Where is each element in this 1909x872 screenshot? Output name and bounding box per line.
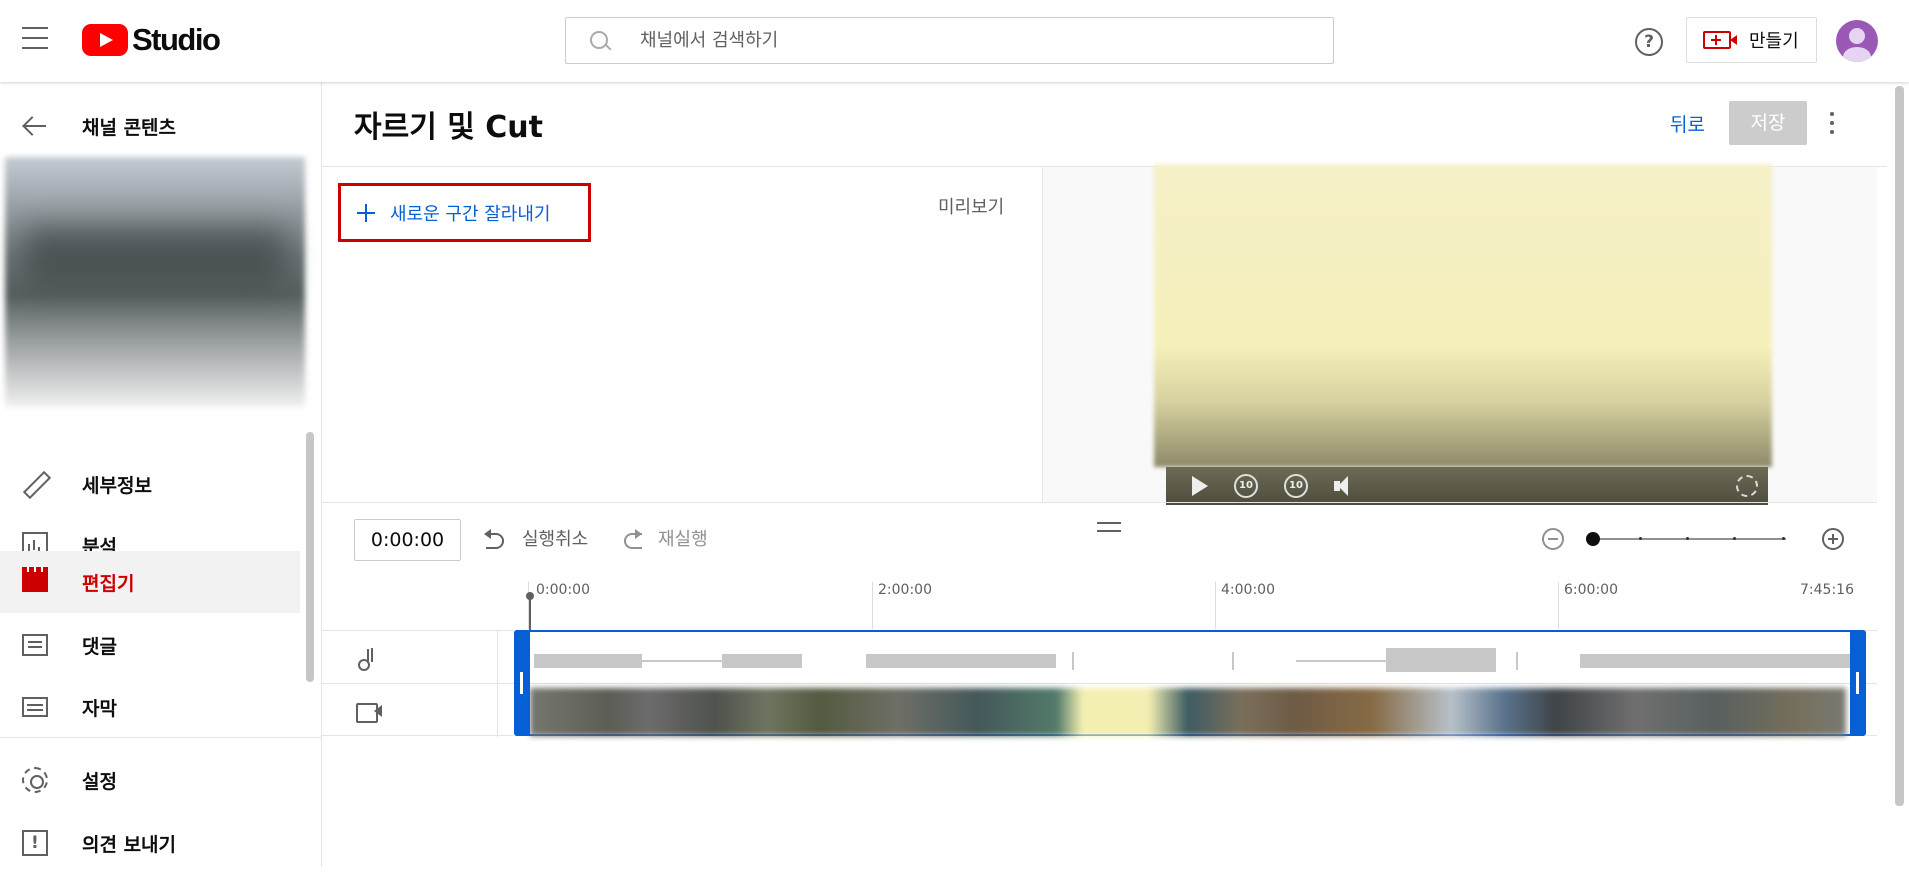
timeline-selection[interactable] xyxy=(514,630,1866,736)
trim-handle-right[interactable] xyxy=(1850,630,1866,736)
redo-icon xyxy=(620,529,642,549)
sidebar-item-details[interactable]: 세부정보 xyxy=(0,455,300,513)
undo-button[interactable]: 실행취소 xyxy=(484,525,588,551)
trim-handle-left[interactable] xyxy=(514,630,530,736)
ruler-label: 6:00:00 xyxy=(1564,582,1618,598)
zoom-in-icon[interactable] xyxy=(1822,528,1844,550)
ruler-tick xyxy=(872,582,873,629)
undo-icon xyxy=(484,529,506,549)
editor-main: 자르기 및 Cut 뒤로 저장 새로운 구간 잘라내기 미리보기 10 10 0… xyxy=(322,82,1887,867)
sidebar-item-label: 설정 xyxy=(82,770,117,793)
back-arrow-icon xyxy=(22,116,48,136)
plus-icon xyxy=(357,203,375,222)
audio-waveform xyxy=(1232,652,1234,670)
zoom-out-icon[interactable] xyxy=(1542,528,1564,550)
timeline-divider xyxy=(322,502,1877,503)
save-button[interactable]: 저장 xyxy=(1729,101,1807,145)
page-title: 자르기 및 Cut xyxy=(354,110,544,145)
timecode-field[interactable]: 0:00:00 xyxy=(354,519,461,561)
play-icon[interactable] xyxy=(1192,476,1208,496)
audio-waveform xyxy=(866,654,1056,668)
youtube-studio-logo[interactable]: Studio xyxy=(82,22,221,58)
video-preview[interactable] xyxy=(1154,164,1772,467)
editor-icon xyxy=(22,567,48,592)
undo-label: 실행취소 xyxy=(522,529,589,550)
sidebar-item-editor[interactable]: 편집기 xyxy=(0,551,300,613)
volume-icon[interactable] xyxy=(1334,476,1358,496)
pencil-icon xyxy=(22,471,48,497)
sidebar-item-comments[interactable]: 댓글 xyxy=(0,616,300,674)
zoom-slider[interactable] xyxy=(1592,537,1786,540)
account-avatar[interactable] xyxy=(1836,20,1878,62)
create-button-label: 만들기 xyxy=(1749,31,1799,52)
sidebar-item-label: 세부정보 xyxy=(82,474,152,497)
audio-waveform xyxy=(1386,648,1496,672)
audio-waveform xyxy=(1516,652,1518,670)
sidebar-scrollbar[interactable] xyxy=(306,432,314,682)
playhead[interactable] xyxy=(526,592,534,630)
video-camera-icon xyxy=(356,701,384,723)
settings-gear-icon[interactable] xyxy=(1736,475,1758,497)
audio-waveform xyxy=(642,660,722,662)
music-note-icon xyxy=(358,649,378,671)
search-input[interactable] xyxy=(638,29,1288,52)
search-icon xyxy=(588,29,612,53)
new-cut-label: 새로운 구간 잘라내기 xyxy=(390,203,551,225)
gear-icon xyxy=(22,767,48,793)
comments-icon xyxy=(22,634,48,656)
track-labels xyxy=(322,631,498,737)
sidebar-item-settings[interactable]: 설정 xyxy=(0,751,300,809)
sidebar-item-label: 자막 xyxy=(82,697,117,720)
zoom-slider-knob[interactable] xyxy=(1586,532,1600,546)
subtitles-icon xyxy=(22,697,48,717)
page-scrollbar[interactable] xyxy=(1895,86,1904,806)
audio-waveform xyxy=(1296,660,1386,662)
sidebar-item-subtitles[interactable]: 자막 xyxy=(0,678,300,736)
sidebar-item-label: 댓글 xyxy=(82,635,117,658)
ruler-label: 4:00:00 xyxy=(1221,582,1275,598)
back-button[interactable]: 뒤로 xyxy=(1670,110,1705,137)
audio-waveform xyxy=(1072,652,1074,670)
sidebar-divider xyxy=(0,737,322,738)
top-app-bar: Studio ? 만들기 xyxy=(0,0,1909,82)
youtube-logo-icon xyxy=(82,24,128,56)
sidebar-item-label: 의견 보내기 xyxy=(82,833,177,856)
sidebar-item-feedback[interactable]: 의견 보내기 xyxy=(0,814,300,872)
ruler-tick xyxy=(1215,582,1216,629)
sidebar-item-label: 편집기 xyxy=(82,572,135,595)
create-button[interactable]: 만들기 xyxy=(1686,17,1817,63)
redo-button[interactable]: 재실행 xyxy=(620,525,708,551)
search-box[interactable] xyxy=(565,17,1334,64)
sidebar: 채널 콘텐츠 세부정보 분석 편집기 댓글 자막 설정 의견 보내기 xyxy=(0,82,322,867)
ruler-label: 7:45:16 xyxy=(1800,582,1854,598)
preview-button[interactable]: 미리보기 xyxy=(938,193,1004,219)
logo-text: Studio xyxy=(132,22,221,57)
redo-label: 재실행 xyxy=(658,529,708,550)
feedback-icon xyxy=(22,830,48,856)
video-thumbnail[interactable] xyxy=(5,157,305,407)
new-cut-button[interactable]: 새로운 구간 잘라내기 xyxy=(338,183,591,242)
menu-icon[interactable] xyxy=(22,27,48,49)
ruler-label: 2:00:00 xyxy=(878,582,932,598)
forward-10-icon[interactable]: 10 xyxy=(1284,474,1308,498)
ruler-tick xyxy=(1558,582,1559,629)
channel-content-back[interactable]: 채널 콘텐츠 xyxy=(0,106,322,146)
help-icon[interactable]: ? xyxy=(1635,28,1663,56)
audio-waveform xyxy=(1580,654,1850,668)
video-filmstrip xyxy=(530,688,1846,736)
more-options-icon[interactable] xyxy=(1830,112,1836,136)
ruler-label: 0:00:00 xyxy=(536,582,590,598)
channel-content-label: 채널 콘텐츠 xyxy=(82,116,177,139)
audio-waveform xyxy=(534,654,642,668)
replay-10-icon[interactable]: 10 xyxy=(1234,474,1258,498)
video-controls: 10 10 xyxy=(1166,467,1768,505)
resize-handle-icon[interactable] xyxy=(1097,522,1121,532)
create-video-icon xyxy=(1703,31,1737,49)
audio-waveform xyxy=(722,654,802,668)
